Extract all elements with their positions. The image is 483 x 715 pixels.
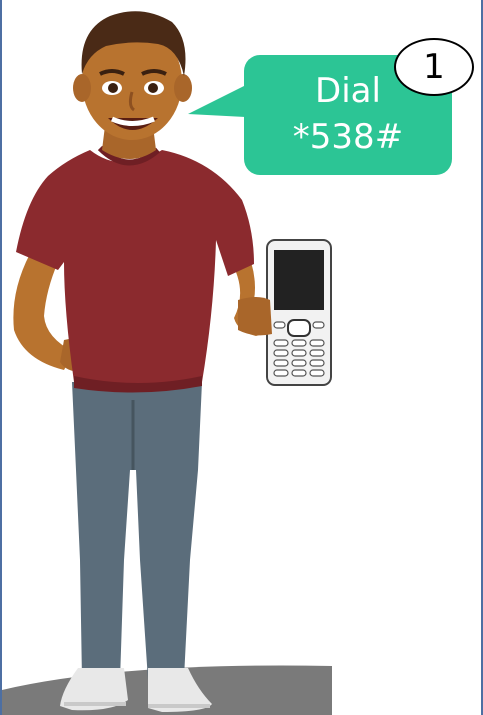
step-number-badge: 1 xyxy=(394,38,474,96)
feature-phone-icon xyxy=(266,239,332,386)
slide-frame: Dial *538# 1 xyxy=(0,0,483,715)
left-ear xyxy=(73,74,91,102)
jeans xyxy=(72,382,202,680)
right-hand xyxy=(238,297,272,336)
right-ear xyxy=(174,74,192,102)
ussd-code: *538# xyxy=(292,117,404,157)
